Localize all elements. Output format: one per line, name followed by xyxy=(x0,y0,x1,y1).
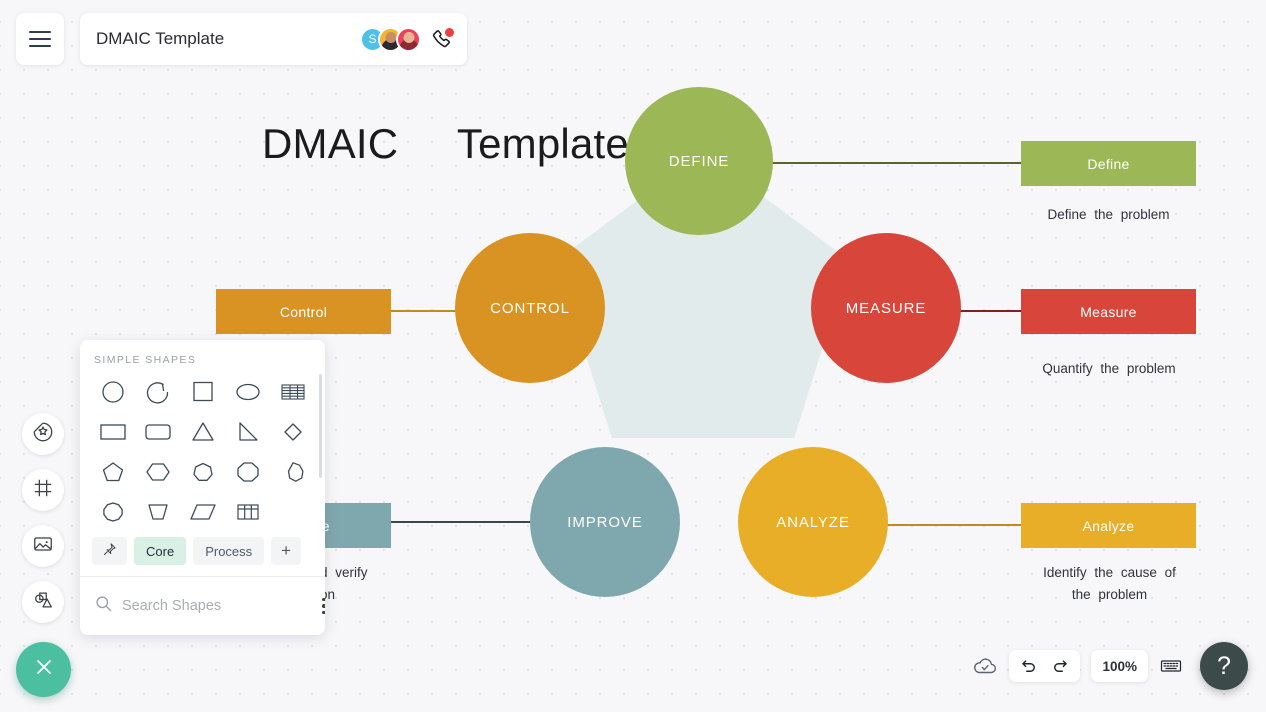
card-analyze-label: Analyze xyxy=(1082,517,1135,534)
node-define-label: DEFINE xyxy=(668,152,730,170)
node-control-label: CONTROL xyxy=(490,299,570,317)
keyboard-icon[interactable] xyxy=(1159,654,1183,678)
hamburger-menu-icon xyxy=(29,38,51,40)
rounded-rectangle-shape[interactable] xyxy=(135,416,180,448)
hamburger-menu-button[interactable] xyxy=(16,13,64,65)
card-measure-description: Quantify the problem xyxy=(1042,361,1176,376)
decagon-shape[interactable] xyxy=(90,496,135,528)
card-control[interactable]: Control xyxy=(216,289,391,334)
core-tab-label: Core xyxy=(146,543,175,559)
close-icon xyxy=(32,655,56,684)
connector-define xyxy=(770,162,1022,164)
shape-grid xyxy=(80,374,325,528)
connector-control xyxy=(390,310,464,312)
collaborator-avatars: S xyxy=(360,26,421,52)
hamburger-menu-icon xyxy=(29,45,51,47)
frame-button[interactable] xyxy=(22,469,64,511)
shapes-panel-scrollbar[interactable] xyxy=(319,374,322,478)
connector-measure xyxy=(958,310,1022,312)
shape-category-tabs: Core Process + xyxy=(80,537,325,565)
avatar-initial: S xyxy=(368,32,377,46)
node-measure-label: MEASURE xyxy=(845,299,927,317)
shapes-library-button[interactable] xyxy=(22,581,64,623)
bottom-toolbar: 100% ? xyxy=(972,642,1248,690)
node-define[interactable]: DEFINE xyxy=(625,87,773,235)
card-improve-description: d verify xyxy=(320,565,368,580)
parallelogram-shape[interactable] xyxy=(180,496,225,528)
undo-icon[interactable] xyxy=(1020,657,1038,675)
pentagon-shape[interactable] xyxy=(90,456,135,488)
core-tab[interactable]: Core xyxy=(134,537,187,565)
arc-shape[interactable] xyxy=(135,376,180,408)
card-measure[interactable]: Measure xyxy=(1021,289,1196,334)
avatar[interactable] xyxy=(396,26,421,52)
frame-icon xyxy=(32,477,54,504)
sticker-shapes-button[interactable] xyxy=(22,413,64,455)
shapes-library-icon xyxy=(32,589,54,616)
connector-improve xyxy=(390,521,530,523)
ellipse-shape[interactable] xyxy=(225,376,270,408)
image-button[interactable] xyxy=(22,525,64,567)
close-panel-button[interactable] xyxy=(16,642,71,697)
octagon-shape[interactable] xyxy=(225,456,270,488)
card-define-description: Define the problem xyxy=(1047,207,1170,222)
shapes-panel: SIMPLE SHAPES Core Process + Search Shap… xyxy=(80,340,325,635)
help-label: ? xyxy=(1217,651,1231,680)
kebab-menu-icon[interactable] xyxy=(318,594,325,619)
shapes-panel-heading: SIMPLE SHAPES xyxy=(94,354,197,366)
phone-call-icon[interactable] xyxy=(431,28,454,50)
undo-redo-group xyxy=(1009,650,1081,682)
right-triangle-shape[interactable] xyxy=(225,416,270,448)
add-category-tab[interactable]: + xyxy=(271,537,302,565)
plus-icon: + xyxy=(281,541,292,560)
process-tab-label: Process xyxy=(205,543,253,559)
connector-analyze xyxy=(884,524,1022,526)
pin-tab[interactable] xyxy=(92,537,127,565)
diamond-shape[interactable] xyxy=(270,416,315,448)
card-improve-description-line2: on xyxy=(320,587,336,602)
striped-table-shape[interactable] xyxy=(270,376,315,408)
search-input[interactable] xyxy=(122,598,309,614)
nonagon-shape[interactable] xyxy=(270,456,315,488)
card-define[interactable]: Define xyxy=(1021,141,1196,186)
cloud-check-icon[interactable] xyxy=(972,653,998,679)
canvas-title: DMAIC Template xyxy=(262,120,629,167)
card-measure-label: Measure xyxy=(1080,303,1137,320)
heptagon-shape[interactable] xyxy=(180,456,225,488)
document-title[interactable]: DMAIC Template xyxy=(96,29,360,49)
pin-icon xyxy=(102,542,117,560)
node-measure[interactable]: MEASURE xyxy=(811,233,961,383)
hexagon-shape[interactable] xyxy=(135,456,180,488)
circle-shape[interactable] xyxy=(90,376,135,408)
triangle-shape[interactable] xyxy=(180,416,225,448)
zoom-level-button[interactable]: 100% xyxy=(1091,650,1148,682)
card-control-label: Control xyxy=(279,303,328,320)
search-icon xyxy=(94,594,113,618)
help-button[interactable]: ? xyxy=(1200,642,1248,690)
node-analyze-label: ANALYZE xyxy=(776,513,850,531)
node-improve-label: IMPROVE xyxy=(567,513,643,531)
image-icon xyxy=(32,533,54,560)
card-analyze[interactable]: Analyze xyxy=(1021,503,1196,548)
hamburger-menu-icon xyxy=(29,31,51,33)
card-analyze-description: Identify the cause of the problem xyxy=(1043,565,1176,602)
document-titlebar: DMAIC Template S xyxy=(80,13,467,65)
search-row xyxy=(80,577,325,635)
node-control[interactable]: CONTROL xyxy=(455,233,605,383)
node-improve[interactable]: IMPROVE xyxy=(530,447,680,597)
table-shape[interactable] xyxy=(225,496,270,528)
zoom-level-label: 100% xyxy=(1102,658,1137,674)
square-shape[interactable] xyxy=(180,376,225,408)
node-analyze[interactable]: ANALYZE xyxy=(738,447,888,597)
rectangle-shape[interactable] xyxy=(90,416,135,448)
trapezoid-shape[interactable] xyxy=(135,496,180,528)
card-define-label: Define xyxy=(1087,155,1130,172)
call-notification-badge xyxy=(445,28,454,37)
process-tab[interactable]: Process xyxy=(193,537,265,565)
redo-icon[interactable] xyxy=(1051,657,1069,675)
sticker-shapes-icon xyxy=(32,421,54,448)
